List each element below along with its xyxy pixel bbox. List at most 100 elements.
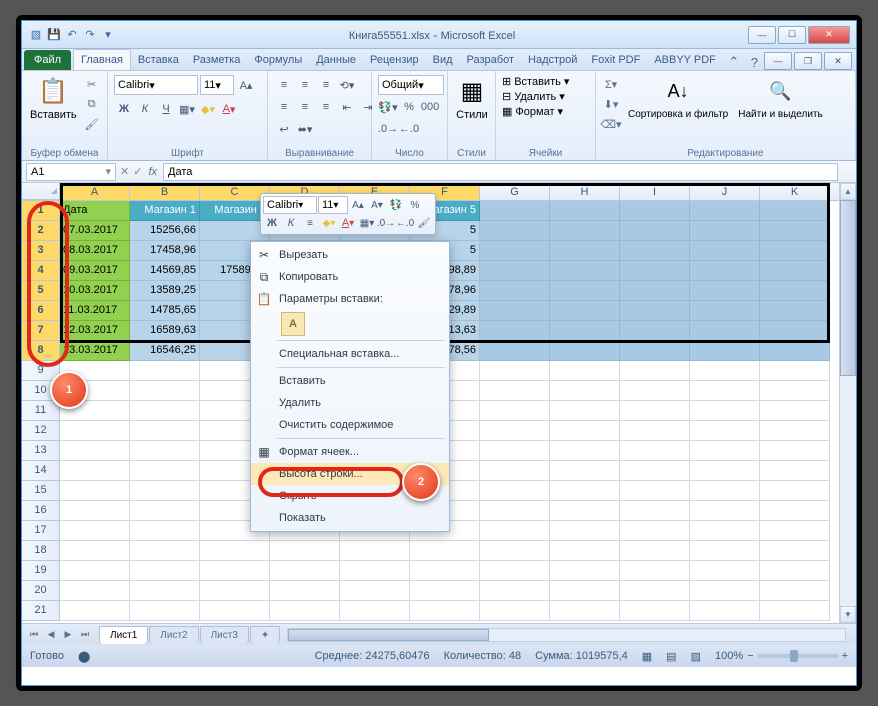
font-size-select[interactable]: 11 ▾: [200, 75, 234, 95]
font-name-select[interactable]: Calibri ▾: [114, 75, 198, 95]
cell[interactable]: [690, 381, 760, 401]
cell[interactable]: [760, 521, 830, 541]
cell[interactable]: [130, 461, 200, 481]
row-header-20[interactable]: 20: [22, 581, 60, 601]
cell[interactable]: [620, 321, 690, 341]
cell[interactable]: [550, 441, 620, 461]
cell[interactable]: [60, 481, 130, 501]
cell[interactable]: [620, 501, 690, 521]
cell[interactable]: [620, 461, 690, 481]
cell[interactable]: [760, 261, 830, 281]
cell[interactable]: [690, 361, 760, 381]
font-color-button[interactable]: A▾: [219, 99, 239, 119]
cell[interactable]: [550, 341, 620, 361]
cell[interactable]: [550, 601, 620, 621]
tab-review[interactable]: Рецензир: [363, 50, 426, 70]
cell[interactable]: [130, 401, 200, 421]
underline-button[interactable]: Ч: [156, 99, 176, 119]
cm-delete[interactable]: Удалить: [251, 392, 449, 414]
cm-cut[interactable]: ✂Вырезать: [251, 244, 449, 266]
align-right-icon[interactable]: ≡: [316, 97, 336, 117]
cell[interactable]: [620, 341, 690, 361]
cell[interactable]: [760, 481, 830, 501]
cell[interactable]: 10.03.2017: [60, 281, 130, 301]
column-header-B[interactable]: B: [130, 183, 200, 200]
cell[interactable]: [480, 321, 550, 341]
cell[interactable]: [760, 461, 830, 481]
cell[interactable]: [760, 281, 830, 301]
row-header-14[interactable]: 14: [22, 461, 60, 481]
mini-bold-icon[interactable]: Ж: [263, 214, 281, 232]
column-header-I[interactable]: I: [620, 183, 690, 200]
cell[interactable]: [550, 381, 620, 401]
cell[interactable]: [60, 541, 130, 561]
mini-percent-icon[interactable]: %: [406, 196, 424, 214]
cell[interactable]: [760, 361, 830, 381]
row-header-11[interactable]: 11: [22, 401, 60, 421]
cell[interactable]: [620, 601, 690, 621]
cell[interactable]: [620, 301, 690, 321]
cell[interactable]: [690, 561, 760, 581]
tab-formulas[interactable]: Формулы: [247, 50, 309, 70]
mini-italic-icon[interactable]: К: [282, 214, 300, 232]
cell[interactable]: [60, 421, 130, 441]
cell[interactable]: [410, 581, 480, 601]
cell[interactable]: [130, 521, 200, 541]
cell[interactable]: [480, 301, 550, 321]
cell[interactable]: [60, 521, 130, 541]
dec-decimal-icon[interactable]: ←.0: [399, 119, 419, 139]
cell[interactable]: [550, 581, 620, 601]
row-header-13[interactable]: 13: [22, 441, 60, 461]
cell[interactable]: 13.03.2017: [60, 341, 130, 361]
cell[interactable]: [480, 401, 550, 421]
row-header-8[interactable]: 8: [22, 341, 60, 361]
row-header-18[interactable]: 18: [22, 541, 60, 561]
redo-icon[interactable]: ↷: [82, 27, 98, 43]
cell[interactable]: [60, 441, 130, 461]
view-pagebreak-icon[interactable]: ▧: [691, 650, 701, 663]
percent-icon[interactable]: %: [399, 97, 419, 117]
mini-align-icon[interactable]: ≡: [301, 214, 319, 232]
cell[interactable]: [480, 421, 550, 441]
tab-abbyy[interactable]: ABBYY PDF: [647, 50, 723, 70]
cell[interactable]: [690, 421, 760, 441]
row-header-15[interactable]: 15: [22, 481, 60, 501]
cells-format-button[interactable]: ▦Формат ▾: [502, 105, 563, 118]
cell[interactable]: [130, 541, 200, 561]
cell[interactable]: [620, 381, 690, 401]
worksheet-grid[interactable]: ABCDEFGHIJK 1ДатаМагазин 1Магазин 2Магаз…: [22, 183, 856, 623]
sheet-nav-prev-icon[interactable]: ◀: [43, 627, 59, 643]
workbook-minimize-button[interactable]: —: [764, 52, 792, 70]
align-center-icon[interactable]: ≡: [295, 97, 315, 117]
scroll-up-icon[interactable]: ▲: [840, 183, 856, 200]
row-header-17[interactable]: 17: [22, 521, 60, 541]
cell[interactable]: 17458,96: [130, 241, 200, 261]
cell[interactable]: [550, 401, 620, 421]
italic-button[interactable]: К: [135, 99, 155, 119]
cell[interactable]: [410, 561, 480, 581]
cell[interactable]: [130, 561, 200, 581]
cell[interactable]: [620, 261, 690, 281]
cell[interactable]: 16589,63: [130, 321, 200, 341]
cell[interactable]: [550, 221, 620, 241]
new-sheet-button[interactable]: ✦: [250, 626, 280, 644]
cell[interactable]: [60, 601, 130, 621]
close-button[interactable]: ✕: [808, 26, 850, 44]
cancel-formula-icon[interactable]: ✕: [120, 165, 129, 178]
cell[interactable]: [760, 401, 830, 421]
cell[interactable]: [130, 501, 200, 521]
cell[interactable]: [480, 221, 550, 241]
cell[interactable]: [760, 601, 830, 621]
cell[interactable]: [620, 541, 690, 561]
horizontal-scrollbar[interactable]: [287, 628, 846, 642]
wrap-text-icon[interactable]: ↩: [274, 119, 294, 139]
cell[interactable]: [620, 241, 690, 261]
cm-format-cells[interactable]: ▦Формат ячеек...: [251, 441, 449, 463]
cell[interactable]: [200, 601, 270, 621]
mini-grow-font-icon[interactable]: A▴: [349, 196, 367, 214]
cell[interactable]: [550, 261, 620, 281]
orientation-icon[interactable]: ⟲▾: [337, 75, 357, 95]
comma-icon[interactable]: 000: [420, 97, 440, 117]
number-format-select[interactable]: Общий ▾: [378, 75, 444, 95]
fill-icon[interactable]: ⬇▾: [602, 95, 620, 113]
